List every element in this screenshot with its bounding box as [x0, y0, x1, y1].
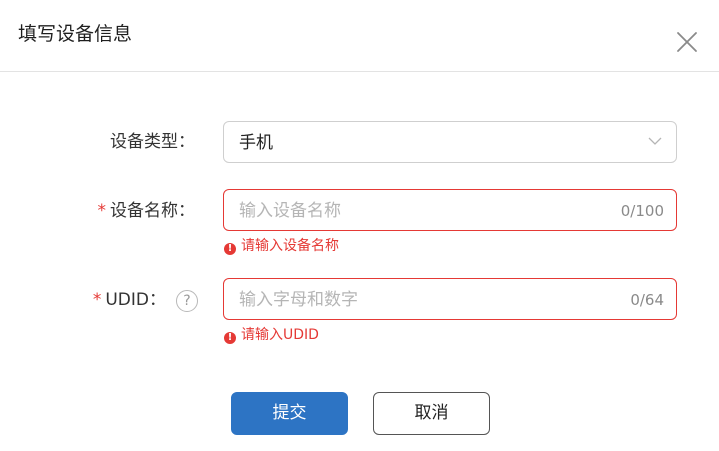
udid-counter: 0/64: [630, 291, 664, 309]
udid-input[interactable]: 输入字母和数字 0/64: [223, 278, 677, 320]
udid-label: * UDID：: [0, 289, 166, 311]
device-name-placeholder: 输入设备名称: [239, 201, 341, 221]
question-circle-icon[interactable]: ?: [176, 290, 198, 312]
cancel-button[interactable]: 取消: [373, 392, 490, 435]
device-type-select[interactable]: 手机: [223, 121, 677, 163]
chevron-down-icon: [648, 137, 662, 145]
dialog-title: 填写设备信息: [18, 23, 133, 45]
close-icon[interactable]: [673, 28, 701, 56]
device-name-label-text: 设备名称：: [110, 201, 195, 221]
device-name-label: * 设备名称：: [0, 200, 196, 222]
error-circle-icon: !: [224, 243, 236, 255]
device-name-error: ! 请输入设备名称: [224, 237, 339, 255]
udid-error-text: 请输入UDID: [241, 327, 319, 343]
device-type-label: 设备类型：: [0, 131, 195, 153]
required-mark: *: [92, 290, 102, 310]
dialog-header: 填写设备信息: [0, 0, 719, 72]
device-type-label-text: 设备类型：: [110, 132, 195, 152]
udid-placeholder: 输入字母和数字: [239, 290, 358, 310]
required-mark: *: [97, 201, 107, 221]
error-circle-icon: !: [224, 332, 236, 344]
udid-label-text: UDID：: [105, 290, 166, 310]
device-name-error-text: 请输入设备名称: [241, 238, 339, 254]
submit-button[interactable]: 提交: [231, 392, 348, 435]
udid-error: ! 请输入UDID: [224, 326, 319, 344]
device-name-counter: 0/100: [620, 202, 664, 220]
device-name-input[interactable]: 输入设备名称 0/100: [223, 189, 677, 231]
device-type-value: 手机: [239, 133, 273, 153]
device-info-dialog: 填写设备信息 设备类型： 手机 * 设备名称： 输入设备名称 0/100 ! 请输入…: [0, 0, 719, 451]
